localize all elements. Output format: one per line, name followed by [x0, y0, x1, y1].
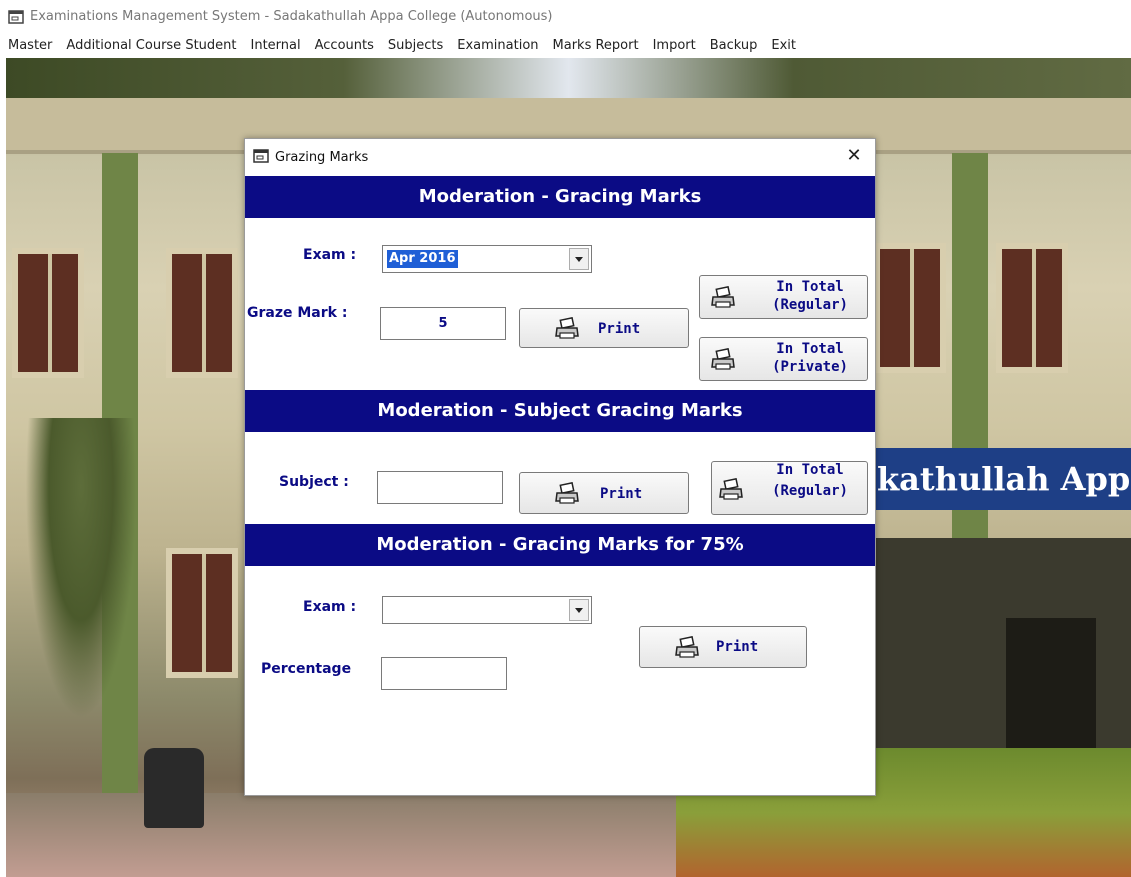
bg-window: [996, 243, 1068, 373]
close-icon[interactable]: ✕: [843, 145, 865, 167]
in-total-regular-line2: (Regular): [772, 297, 848, 313]
section-header-subject-gracing-marks: Moderation - Subject Gracing Marks: [245, 390, 875, 432]
grazing-marks-dialog: Grazing Marks ✕ Moderation - Gracing Mar…: [244, 138, 876, 796]
menu-exit[interactable]: Exit: [771, 38, 796, 53]
subject-in-total-line1: In Total: [776, 462, 844, 478]
dialog-titlebar: Grazing Marks: [245, 139, 875, 175]
subject-label: Subject :: [279, 474, 349, 490]
menu-import[interactable]: Import: [653, 38, 696, 53]
in-total-regular-line1: In Total: [776, 279, 844, 295]
menu-internal[interactable]: Internal: [251, 38, 301, 53]
percentage-print-button[interactable]: Print: [639, 626, 807, 668]
app-title: Examinations Management System - Sadakat…: [30, 8, 553, 24]
subject-print-label: Print: [600, 486, 643, 502]
printer-icon: [674, 635, 700, 660]
chevron-down-icon[interactable]: [569, 599, 589, 621]
in-total-private-line1: In Total: [776, 341, 844, 357]
menu-accounts[interactable]: Accounts: [315, 38, 374, 53]
bg-palm-tree: [16, 418, 146, 758]
in-total-regular-button[interactable]: In Total (Regular): [699, 275, 868, 319]
print-button-label: Print: [598, 321, 641, 337]
bg-window: [166, 248, 238, 378]
printer-icon: [554, 316, 580, 341]
in-total-private-line2: (Private): [772, 359, 848, 375]
graze-mark-label: Graze Mark :: [247, 305, 348, 321]
printer-icon: [554, 481, 580, 506]
printer-icon: [710, 347, 736, 372]
chevron-down-icon[interactable]: [569, 248, 589, 270]
menu-subjects[interactable]: Subjects: [388, 38, 443, 53]
bg-ground: [6, 793, 676, 877]
subject-in-total-regular-button[interactable]: In Total (Regular): [711, 461, 868, 515]
menu-examination[interactable]: Examination: [457, 38, 538, 53]
bg-scooter: [144, 748, 204, 828]
bg-window: [12, 248, 84, 378]
subject-input[interactable]: [377, 471, 503, 504]
bg-window: [166, 548, 238, 678]
dialog-window-icon: [253, 148, 269, 167]
menu-master[interactable]: Master: [8, 38, 52, 53]
percentage-input[interactable]: [381, 657, 507, 690]
in-total-private-button[interactable]: In Total (Private): [699, 337, 868, 381]
app-titlebar: Examinations Management System - Sadakat…: [0, 0, 1131, 32]
bg-college-banner: kathullah App: [873, 448, 1131, 510]
exam-select-value: Apr 2016: [387, 250, 458, 268]
section-header-gracing-marks: Moderation - Gracing Marks: [245, 176, 875, 218]
exam-75-select[interactable]: [382, 596, 592, 624]
subject-print-button[interactable]: Print: [519, 472, 689, 514]
exam-label: Exam :: [303, 247, 357, 263]
percentage-print-label: Print: [716, 639, 759, 655]
section-header-gracing-marks-75: Moderation - Gracing Marks for 75%: [245, 524, 875, 566]
subject-in-total-line2: (Regular): [772, 483, 848, 499]
menu-backup[interactable]: Backup: [710, 38, 758, 53]
exam-75-label: Exam :: [303, 599, 357, 615]
bg-window: [874, 243, 946, 373]
dialog-title: Grazing Marks: [275, 149, 369, 165]
app-window-icon: [8, 9, 24, 24]
printer-icon: [710, 285, 736, 310]
exam-select[interactable]: Apr 2016: [382, 245, 592, 273]
graze-mark-input[interactable]: 5: [380, 307, 506, 340]
menu-bar: Master Additional Course Student Interna…: [0, 32, 1131, 58]
bg-entrance-door: [1006, 618, 1096, 768]
menu-additional-course-student[interactable]: Additional Course Student: [66, 38, 236, 53]
print-button[interactable]: Print: [519, 308, 689, 348]
percentage-label: Percentage: [261, 661, 352, 677]
printer-icon: [718, 477, 744, 502]
menu-marks-report[interactable]: Marks Report: [553, 38, 639, 53]
